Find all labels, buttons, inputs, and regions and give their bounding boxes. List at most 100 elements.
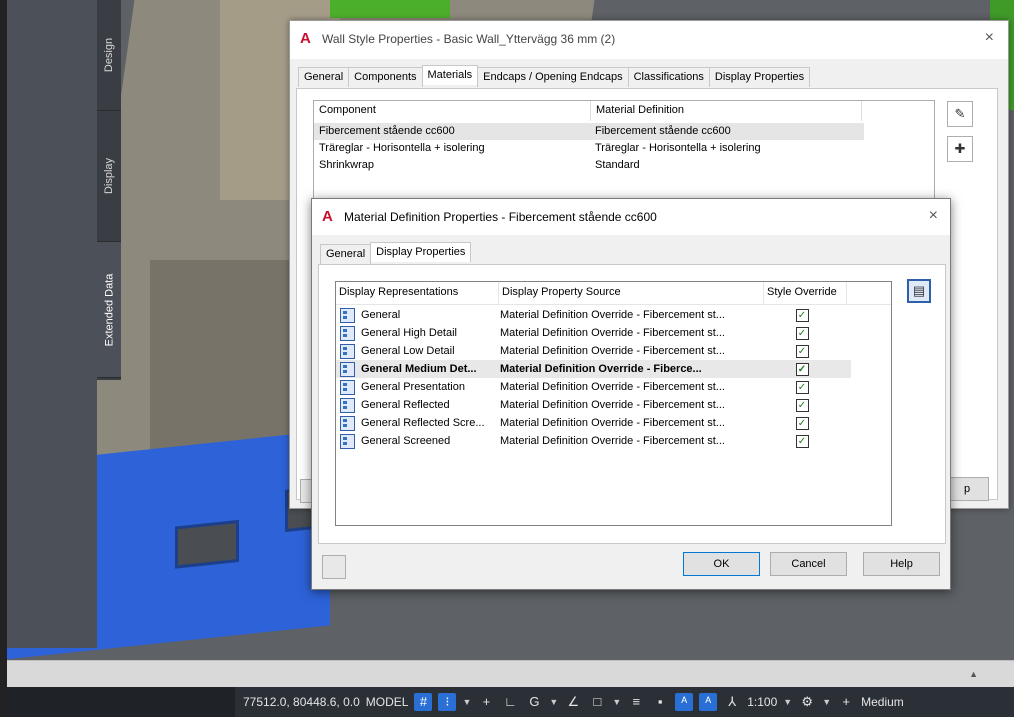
- tab-general[interactable]: General: [298, 67, 350, 87]
- model-space-button[interactable]: MODEL: [366, 695, 409, 709]
- coordinates-readout[interactable]: 77512.0, 80448.6, 0.0: [243, 695, 360, 709]
- table-row[interactable]: General Presentation Material Definition …: [336, 378, 851, 396]
- component-cell: Träreglar - Horisontella + isolering: [319, 142, 485, 154]
- scroll-up-icon[interactable]: ▲: [969, 669, 978, 679]
- annotation-scale-value[interactable]: 1:100: [747, 695, 777, 709]
- table-row[interactable]: General High Detail Material Definition O…: [336, 324, 851, 342]
- property-source-cell: Material Definition Override - Fiberceme…: [500, 309, 725, 321]
- property-source-cell: Material Definition Override - Fiberceme…: [500, 327, 725, 339]
- tab-display-properties[interactable]: Display Properties: [708, 67, 811, 87]
- representation-cell: General Reflected: [336, 397, 496, 413]
- display-representation-icon: [340, 379, 355, 395]
- help-button[interactable]: Help: [863, 552, 940, 576]
- tab-classifications[interactable]: Classifications: [627, 67, 710, 87]
- grid-icon[interactable]: #: [414, 693, 433, 711]
- chevron-down-icon[interactable]: ▼: [783, 697, 792, 707]
- tab-endcaps[interactable]: Endcaps / Opening Endcaps: [477, 67, 629, 87]
- table-row[interactable]: General Screened Material Definition Over…: [336, 432, 851, 450]
- gear-icon[interactable]: ⚙: [798, 693, 816, 711]
- floating-viewer-icon[interactable]: [322, 555, 346, 579]
- dialog-title: Material Definition Properties - Fiberce…: [344, 210, 657, 224]
- palette-tab-extended-data[interactable]: Extended Data: [97, 242, 121, 378]
- table-row[interactable]: General Low Detail Material Definition Ov…: [336, 342, 851, 360]
- edit-display-properties-icon[interactable]: ▤: [907, 279, 931, 303]
- representation-cell: General High Detail: [336, 325, 496, 341]
- close-icon[interactable]: ×: [985, 29, 994, 47]
- tab-materials[interactable]: Materials: [421, 65, 479, 85]
- property-source-cell: Material Definition Override - Fiberce..…: [500, 363, 702, 375]
- auto-scale-icon[interactable]: ᴬ: [699, 693, 718, 711]
- dialog-titlebar: A Wall Style Properties - Basic Wall_Ytt…: [290, 21, 1008, 59]
- style-override-checkbox[interactable]: ✓: [795, 326, 809, 340]
- tab-general[interactable]: General: [320, 244, 372, 264]
- dynamic-input-icon[interactable]: +: [477, 693, 495, 711]
- property-source-cell: Material Definition Override - Fiberceme…: [500, 381, 725, 393]
- column-header-material[interactable]: Material Definition: [591, 101, 862, 121]
- style-override-cell: ✓: [762, 326, 842, 340]
- table-row[interactable]: General Reflected Material Definition Ove…: [336, 396, 851, 414]
- close-icon[interactable]: ×: [929, 207, 938, 225]
- lineweight-icon[interactable]: ≡: [627, 693, 645, 711]
- style-override-checkbox[interactable]: ✓: [795, 434, 809, 448]
- table-row[interactable]: General Material Definition Override - Fi…: [336, 306, 851, 324]
- table-header: Display Representations Display Property…: [336, 282, 891, 305]
- column-header-source[interactable]: Display Property Source: [499, 282, 764, 304]
- material-tabs: General Display Properties: [320, 242, 472, 264]
- table-header: Component Material Definition: [314, 101, 934, 121]
- display-properties-panel: Display Representations Display Property…: [318, 264, 946, 544]
- annotation-visibility-icon[interactable]: ᴬ: [675, 693, 694, 711]
- new-material-icon[interactable]: ✚: [947, 136, 973, 162]
- style-override-checkbox[interactable]: ✓: [795, 308, 809, 322]
- style-override-checkbox[interactable]: ✓: [795, 416, 809, 430]
- table-row[interactable]: General Reflected Scre... Material Defini…: [336, 414, 851, 432]
- chevron-down-icon[interactable]: ▼: [822, 697, 831, 707]
- transparency-icon[interactable]: ▪: [651, 693, 669, 711]
- style-override-cell: ✓: [762, 362, 842, 376]
- display-representation-icon: [340, 415, 355, 431]
- chevron-down-icon[interactable]: ▼: [462, 697, 471, 707]
- representation-cell: General Screened: [336, 433, 496, 449]
- isodraft-icon[interactable]: ∠: [564, 693, 582, 711]
- edit-material-icon[interactable]: ✎: [947, 101, 973, 127]
- cancel-button[interactable]: Cancel: [770, 552, 847, 576]
- representation-cell: General Reflected Scre...: [336, 415, 496, 431]
- style-override-checkbox[interactable]: ✓: [795, 380, 809, 394]
- material-cell: Träreglar - Horisontella + isolering: [595, 142, 761, 154]
- polar-tracking-icon[interactable]: G: [525, 693, 543, 711]
- style-override-cell: ✓: [762, 416, 842, 430]
- display-detail-level[interactable]: Medium: [861, 695, 904, 709]
- style-override-checkbox[interactable]: ✓: [795, 362, 809, 376]
- property-source-cell: Material Definition Override - Fiberceme…: [500, 417, 725, 429]
- chevron-down-icon[interactable]: ▼: [612, 697, 621, 707]
- display-representation-icon: [340, 397, 355, 413]
- tab-display-properties[interactable]: Display Properties: [370, 242, 472, 262]
- material-cell: Fibercement stående cc600: [595, 125, 731, 137]
- window-edge: [0, 0, 7, 717]
- ortho-icon[interactable]: ∟: [501, 693, 519, 711]
- object-snap-icon[interactable]: □: [588, 693, 606, 711]
- table-row[interactable]: General Medium Det... Material Definition…: [336, 360, 851, 378]
- chevron-down-icon[interactable]: ▼: [549, 697, 558, 707]
- palette-tab-design[interactable]: Design: [97, 0, 121, 111]
- palette-tabs: Design Display Extended Data: [97, 0, 121, 380]
- table-row[interactable]: Shrinkwrap Standard: [314, 157, 864, 174]
- representation-label: General Reflected Scre...: [361, 417, 485, 429]
- property-source-cell: Material Definition Override - Fiberceme…: [500, 345, 725, 357]
- table-row[interactable]: Träreglar - Horisontella + isolering Trä…: [314, 140, 864, 157]
- palette-tab-display[interactable]: Display: [97, 111, 121, 242]
- horizontal-scrollbar[interactable]: ▲: [7, 660, 1014, 688]
- crosshair-icon[interactable]: +: [837, 693, 855, 711]
- table-row[interactable]: Fibercement stående cc600 Fibercement st…: [314, 123, 864, 140]
- tab-components[interactable]: Components: [348, 67, 423, 87]
- representation-label: General Presentation: [361, 381, 465, 393]
- column-header-component[interactable]: Component: [314, 101, 591, 121]
- style-override-checkbox[interactable]: ✓: [795, 344, 809, 358]
- window-opening: [175, 519, 239, 569]
- help-button[interactable]: p: [945, 477, 989, 501]
- style-override-checkbox[interactable]: ✓: [795, 398, 809, 412]
- column-header-override[interactable]: Style Override: [764, 282, 847, 304]
- column-header-representations[interactable]: Display Representations: [336, 282, 499, 304]
- snap-icon[interactable]: ⁝: [438, 693, 457, 711]
- annotation-scale-icon[interactable]: ⅄: [723, 693, 741, 711]
- ok-button[interactable]: OK: [683, 552, 760, 576]
